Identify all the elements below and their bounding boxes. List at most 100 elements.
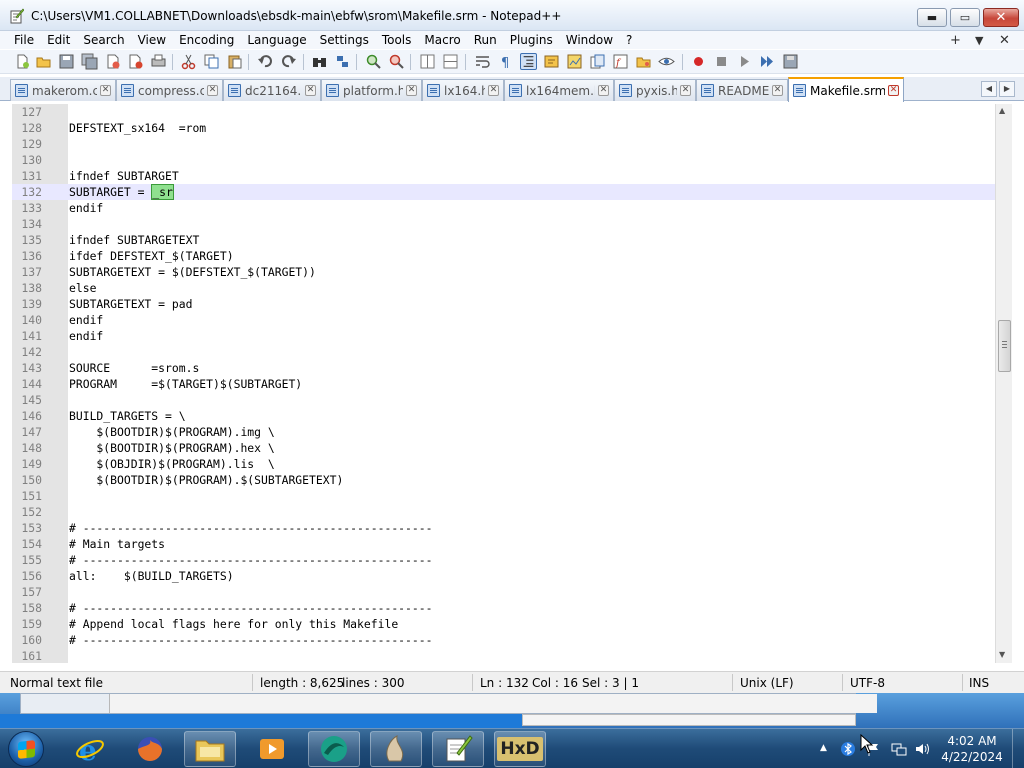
stop-recording-icon[interactable] xyxy=(713,53,730,70)
replace-icon[interactable] xyxy=(334,53,351,70)
menu-tools[interactable]: Tools xyxy=(376,33,419,47)
print-icon[interactable] xyxy=(150,53,167,70)
tab-makerom-c[interactable]: makerom.c ✕ xyxy=(10,79,116,101)
tab-pyxis-h[interactable]: pyxis.h ✕ xyxy=(614,79,696,101)
menu-help[interactable]: ? xyxy=(620,33,639,47)
volume-tray-icon[interactable] xyxy=(914,741,930,757)
sync-horizontal-icon[interactable] xyxy=(442,53,459,70)
network-tray-icon[interactable] xyxy=(891,741,907,757)
tab-close-icon[interactable]: ✕ xyxy=(888,85,899,96)
new-file-icon[interactable] xyxy=(14,53,31,70)
menu-macro[interactable]: Macro xyxy=(418,33,467,47)
menu-search[interactable]: Search xyxy=(77,33,131,47)
show-all-characters-icon[interactable]: ¶ xyxy=(497,53,514,70)
save-macro-icon[interactable] xyxy=(782,53,799,70)
bluetooth-tray-icon[interactable] xyxy=(840,741,856,757)
monitoring-eye-icon[interactable] xyxy=(658,53,675,70)
folder-as-workspace-icon[interactable] xyxy=(635,53,652,70)
scroll-down-icon[interactable]: ▼ xyxy=(999,650,1005,659)
minimize-button[interactable]: ▬ xyxy=(917,8,947,27)
new-tab-plus-icon[interactable]: + xyxy=(950,31,961,49)
menu-view[interactable]: View xyxy=(132,33,173,47)
sync-vertical-icon[interactable] xyxy=(419,53,436,70)
close-document-icon[interactable]: ✕ xyxy=(999,31,1010,49)
document-map-icon[interactable] xyxy=(566,53,583,70)
background-window-strip xyxy=(0,714,522,728)
tab-close-icon[interactable]: ✕ xyxy=(488,85,499,96)
vertical-scrollbar[interactable]: ▲ ▼ xyxy=(995,104,1012,663)
function-list-icon[interactable]: f xyxy=(612,53,629,70)
menu-edit[interactable]: Edit xyxy=(41,33,77,47)
tab-scroll-left-icon[interactable]: ◀ xyxy=(981,81,997,97)
tab-lx164-h[interactable]: lx164.h ✕ xyxy=(422,79,504,101)
menu-file[interactable]: File xyxy=(8,33,41,47)
tab-makefile-srm[interactable]: Makefile.srm ✕ xyxy=(788,77,904,102)
tab-close-icon[interactable]: ✕ xyxy=(772,85,783,96)
tab-close-icon[interactable]: ✕ xyxy=(406,85,417,96)
redo-icon[interactable] xyxy=(280,53,297,70)
menu-settings[interactable]: Settings xyxy=(314,33,376,47)
cut-icon[interactable] xyxy=(180,53,197,70)
scrollbar-thumb[interactable] xyxy=(998,320,1011,372)
tab-readme[interactable]: README ✕ xyxy=(696,79,788,101)
tab-close-icon[interactable]: ✕ xyxy=(207,85,218,96)
copy-icon[interactable] xyxy=(203,53,220,70)
tab-scroll-right-icon[interactable]: ▶ xyxy=(999,81,1015,97)
status-eol-format[interactable]: Unix (LF) xyxy=(740,676,794,690)
tab-list-dropdown-icon[interactable]: ▼ xyxy=(975,31,983,49)
word-wrap-icon[interactable] xyxy=(474,53,491,70)
save-all-icon[interactable] xyxy=(81,53,98,70)
status-lines: lines : 300 xyxy=(342,676,405,690)
tab-close-icon[interactable]: ✕ xyxy=(598,85,609,96)
editor-area[interactable]: 127 128 DEFSTEXT_sx164 =rom 129 130 131 if… xyxy=(12,104,995,663)
tab-lx164mem-h[interactable]: lx164mem.h ✕ xyxy=(504,79,614,101)
save-icon[interactable] xyxy=(58,53,75,70)
tab-close-icon[interactable]: ✕ xyxy=(100,85,111,96)
zoom-in-icon[interactable] xyxy=(365,53,382,70)
indent-guide-icon[interactable] xyxy=(520,53,537,70)
tab-close-icon[interactable]: ✕ xyxy=(680,85,691,96)
find-icon[interactable] xyxy=(311,53,328,70)
menu-plugins[interactable]: Plugins xyxy=(504,33,560,47)
taskbar-internet-explorer[interactable]: e xyxy=(64,731,116,767)
run-macro-multiple-icon[interactable] xyxy=(759,53,776,70)
media-player-icon xyxy=(260,739,284,759)
background-window-strip xyxy=(522,714,856,726)
file-icon xyxy=(701,84,714,97)
taskbar-firefox[interactable] xyxy=(124,731,176,767)
close-all-icon[interactable] xyxy=(127,53,144,70)
document-list-icon[interactable] xyxy=(589,53,606,70)
menu-language[interactable]: Language xyxy=(241,33,313,47)
maximize-button[interactable]: ▭ xyxy=(950,8,980,27)
status-insert-mode[interactable]: INS xyxy=(969,676,989,690)
taskbar-clock[interactable]: 4:02 AM 4/22/2024 xyxy=(938,733,1006,765)
tray-overflow-arrow-icon[interactable]: ▲ xyxy=(820,743,836,759)
tab-dc21164-h[interactable]: dc21164.h ✕ xyxy=(223,79,321,101)
paste-icon[interactable] xyxy=(226,53,243,70)
status-encoding[interactable]: UTF-8 xyxy=(850,676,885,690)
undo-icon[interactable] xyxy=(257,53,274,70)
menu-run[interactable]: Run xyxy=(468,33,504,47)
start-button[interactable] xyxy=(8,731,44,767)
record-macro-icon[interactable] xyxy=(690,53,707,70)
zoom-out-icon[interactable] xyxy=(388,53,405,70)
close-file-icon[interactable] xyxy=(104,53,121,70)
taskbar-beige-app[interactable] xyxy=(370,731,422,767)
taskbar-file-explorer[interactable] xyxy=(184,731,236,767)
tab-close-icon[interactable]: ✕ xyxy=(305,85,316,96)
taskbar-media-player[interactable] xyxy=(246,731,298,767)
taskbar-notepad-plus-plus[interactable] xyxy=(432,731,484,767)
scroll-up-icon[interactable]: ▲ xyxy=(999,106,1005,115)
tab-compress-c[interactable]: compress.c ✕ xyxy=(116,79,223,101)
taskbar-hxd[interactable]: HxD xyxy=(494,731,546,767)
show-desktop-button[interactable] xyxy=(1012,729,1024,768)
menu-window[interactable]: Window xyxy=(560,33,620,47)
title-bar[interactable]: C:\Users\VM1.COLLABNET\Downloads\ebsdk-m… xyxy=(0,0,1024,31)
menu-encoding[interactable]: Encoding xyxy=(173,33,241,47)
user-language-icon[interactable] xyxy=(543,53,560,70)
close-button[interactable]: ✕ xyxy=(983,8,1019,27)
tab-platform-h[interactable]: platform.h ✕ xyxy=(321,79,422,101)
taskbar-teal-app[interactable] xyxy=(308,731,360,767)
open-file-icon[interactable] xyxy=(35,53,52,70)
playback-macro-icon[interactable] xyxy=(736,53,753,70)
